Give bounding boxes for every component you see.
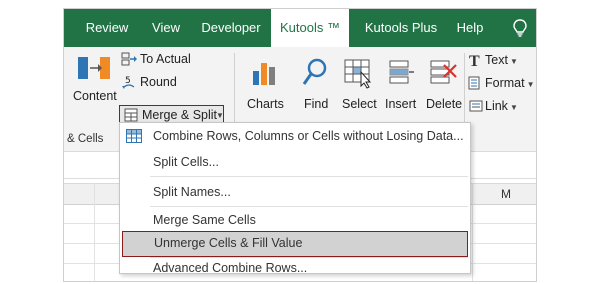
menu-item-unmerge-fill[interactable]: Unmerge Cells & Fill Value bbox=[122, 231, 468, 257]
find-button[interactable]: Find bbox=[304, 97, 328, 111]
content-label[interactable]: Content bbox=[73, 89, 117, 103]
menu-item-label: Advanced Combine Rows... bbox=[153, 261, 308, 275]
menu-separator bbox=[150, 176, 468, 177]
tab-kutools[interactable]: Kutools ™ bbox=[271, 9, 349, 49]
format-label: Format bbox=[485, 76, 525, 90]
menu-item-label: Split Cells... bbox=[153, 155, 219, 169]
to-actual-button[interactable]: To Actual bbox=[140, 52, 191, 66]
content-button-icon[interactable] bbox=[74, 53, 112, 83]
ribbon-separator bbox=[234, 53, 235, 123]
delete-button[interactable]: Delete bbox=[426, 97, 462, 111]
menu-item-merge-same-cells[interactable]: Merge Same Cells bbox=[120, 207, 470, 233]
menu-item-split-cells[interactable]: Split Cells... bbox=[120, 149, 470, 175]
link-button[interactable]: Link ▼ bbox=[485, 99, 518, 113]
grid-line bbox=[94, 183, 95, 281]
to-actual-icon bbox=[121, 51, 137, 67]
merge-split-icon bbox=[124, 108, 138, 122]
menu-item-combine[interactable]: Combine Rows, Columns or Cells without L… bbox=[120, 123, 470, 149]
menu-item-label: Split Names... bbox=[153, 185, 231, 199]
tab-kutools-plus[interactable]: Kutools Plus bbox=[356, 9, 446, 47]
chevron-down-icon: ▼ bbox=[216, 111, 224, 120]
ribbon-body: Content To Actual 5 Round Merge & Split … bbox=[64, 47, 536, 130]
chevron-down-icon: ▼ bbox=[526, 80, 535, 89]
ribbon-tab-bar: Review View Developer Kutools ™ Kutools … bbox=[64, 9, 536, 49]
menu-item-label: Combine Rows, Columns or Cells without L… bbox=[153, 129, 464, 143]
menu-item-split-names[interactable]: Split Names... bbox=[120, 179, 470, 205]
tab-developer[interactable]: Developer bbox=[194, 9, 268, 47]
excel-window: Review View Developer Kutools ™ Kutools … bbox=[63, 8, 537, 282]
tab-view[interactable]: View bbox=[144, 9, 188, 47]
lightbulb-icon[interactable] bbox=[510, 18, 530, 38]
select-button[interactable]: Select bbox=[342, 97, 377, 111]
column-header-m[interactable]: M bbox=[501, 187, 511, 201]
tab-help[interactable]: Help bbox=[450, 9, 490, 47]
insert-rows-icon[interactable] bbox=[387, 57, 415, 87]
link-icon bbox=[468, 98, 484, 114]
delete-rows-icon[interactable] bbox=[428, 57, 458, 87]
tab-review[interactable]: Review bbox=[72, 9, 142, 47]
ribbon-separator bbox=[464, 53, 465, 123]
menu-item-label: Merge Same Cells bbox=[153, 213, 256, 227]
svg-text:T: T bbox=[469, 53, 480, 69]
grid-combine-icon bbox=[126, 129, 142, 143]
charts-button[interactable]: Charts bbox=[247, 97, 284, 111]
magnifier-icon[interactable] bbox=[301, 57, 329, 89]
text-button[interactable]: Text ▼ bbox=[485, 53, 518, 67]
round-button[interactable]: Round bbox=[140, 75, 177, 89]
merge-split-label: Merge & Split bbox=[142, 108, 218, 122]
insert-button[interactable]: Insert bbox=[385, 97, 416, 111]
chevron-down-icon: ▼ bbox=[509, 57, 518, 66]
grid-line bbox=[472, 183, 473, 281]
merge-split-menu: Combine Rows, Columns or Cells without L… bbox=[119, 122, 471, 275]
text-icon: T bbox=[468, 51, 484, 70]
select-cells-icon[interactable] bbox=[343, 57, 373, 89]
round-icon: 5 bbox=[121, 74, 137, 90]
menu-item-label: Unmerge Cells & Fill Value bbox=[154, 236, 303, 250]
group-label-cells: & Cells bbox=[67, 133, 104, 145]
text-label: Text bbox=[485, 53, 508, 67]
link-label: Link bbox=[485, 99, 508, 113]
menu-item-advanced-combine[interactable]: Advanced Combine Rows... bbox=[120, 255, 470, 281]
charts-icon[interactable] bbox=[250, 57, 278, 87]
format-button[interactable]: Format ▼ bbox=[485, 76, 535, 90]
chevron-down-icon: ▼ bbox=[509, 103, 518, 112]
format-icon bbox=[468, 75, 484, 91]
